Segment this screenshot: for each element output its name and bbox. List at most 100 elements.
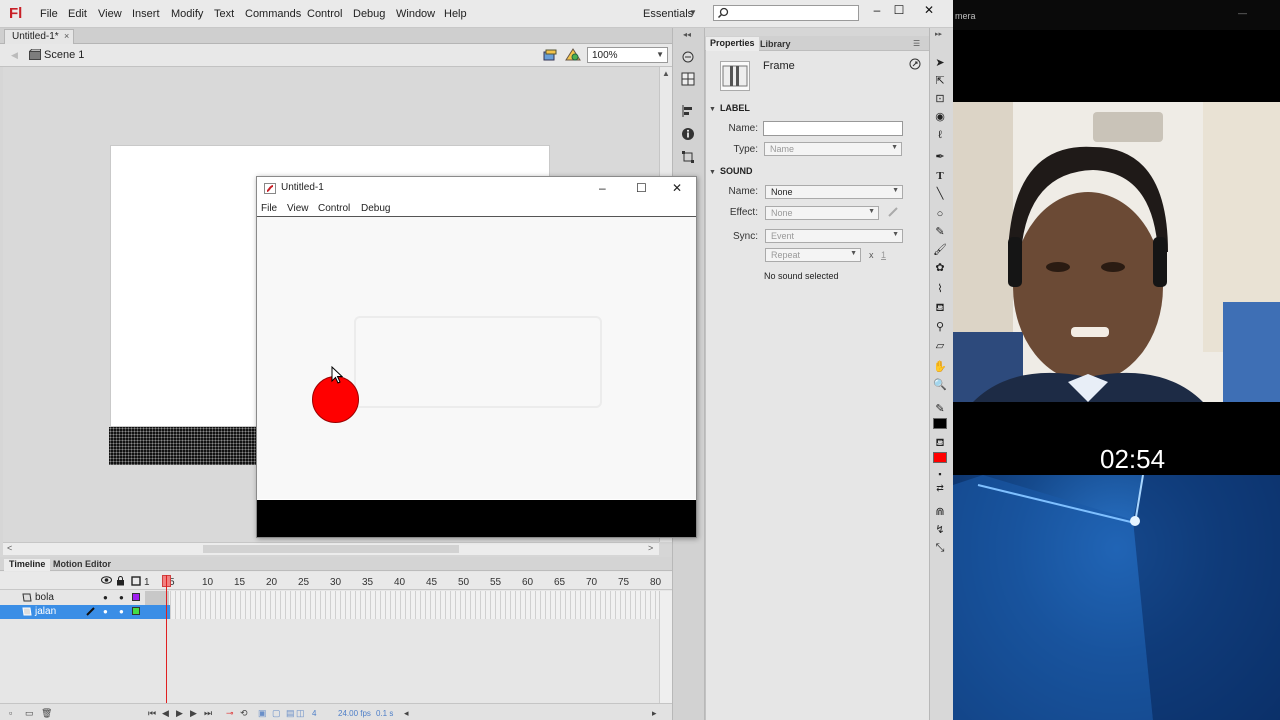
panel-menu-icon[interactable]: ☰	[913, 39, 920, 48]
layer-row-bola[interactable]: bola ● ●	[0, 591, 170, 605]
last-frame-icon[interactable]: ⏭	[204, 708, 212, 719]
document-tab[interactable]: Untitled-1* ×	[4, 29, 74, 44]
onion-outline-icon[interactable]: ▢	[272, 708, 281, 719]
player-menu-file[interactable]: File	[261, 203, 277, 214]
player-minimize-button[interactable]: –	[599, 181, 606, 195]
menu-edit[interactable]: Edit	[68, 8, 87, 20]
eraser-tool-icon[interactable]: ▱	[933, 339, 947, 353]
stroke-color-icon[interactable]: ✎	[933, 402, 947, 416]
stage-horizontal-scrollbar[interactable]: < >	[3, 542, 659, 555]
snap-magnet-icon[interactable]: ⋒	[933, 505, 947, 519]
chevron-down-icon[interactable]: ▼	[689, 8, 697, 17]
lock-dot[interactable]: ●	[119, 607, 124, 616]
new-layer-icon[interactable]: ▫	[9, 708, 12, 718]
menu-commands[interactable]: Commands	[245, 8, 301, 20]
workspace-switcher[interactable]: Essentials	[643, 8, 693, 20]
edit-envelope-icon[interactable]	[887, 206, 899, 218]
edit-symbols-icon[interactable]	[565, 48, 581, 62]
fill-color-swatch[interactable]	[933, 452, 947, 463]
edit-scene-icon[interactable]	[543, 48, 557, 62]
timeline-scrollbar[interactable]	[659, 591, 672, 703]
road-graphic[interactable]	[109, 427, 257, 465]
menu-file[interactable]: File	[40, 8, 58, 20]
lock-dot[interactable]: ●	[119, 593, 124, 602]
stroke-color-swatch[interactable]	[933, 418, 947, 429]
repeat-select[interactable]: Repeat ▼	[765, 248, 861, 262]
motion-presets-icon[interactable]	[681, 50, 695, 64]
menu-modify[interactable]: Modify	[171, 8, 203, 20]
subselection-tool-icon[interactable]: ⇱	[933, 74, 947, 88]
pin-icon[interactable]	[909, 58, 921, 70]
elapsed-readout[interactable]: 0.1 s	[376, 709, 393, 718]
help-search-input[interactable]	[713, 5, 859, 21]
current-frame-readout[interactable]: 4	[312, 709, 316, 718]
close-button[interactable]: ✕	[920, 2, 938, 18]
collapse-icon[interactable]: ▸▸	[935, 30, 942, 38]
straighten-icon[interactable]: ⤡	[933, 541, 947, 555]
menu-text[interactable]: Text	[214, 8, 234, 20]
play-icon[interactable]: ▶	[176, 708, 183, 719]
first-frame-icon[interactable]: ⏮	[148, 708, 156, 719]
tab-properties[interactable]: Properties	[706, 37, 759, 51]
player-close-button[interactable]: ✕	[672, 181, 682, 195]
zoom-tool-icon[interactable]: 🔍	[933, 378, 947, 392]
layer-name[interactable]: bola	[35, 592, 54, 603]
player-menu-view[interactable]: View	[287, 203, 309, 214]
bone-tool-icon[interactable]: ⌇	[933, 282, 947, 296]
hand-tool-icon[interactable]: ✋	[933, 360, 947, 374]
back-arrow-icon[interactable]: ◀	[11, 50, 18, 61]
center-frame-icon[interactable]: ⊸	[226, 708, 234, 719]
collapse-icon[interactable]: ◂◂	[683, 30, 691, 39]
close-icon[interactable]: ×	[64, 31, 69, 41]
menu-control[interactable]: Control	[307, 8, 342, 20]
scroll-right-icon[interactable]: >	[648, 543, 653, 553]
menu-window[interactable]: Window	[396, 8, 435, 20]
layer-name[interactable]: jalan	[35, 606, 56, 617]
label-section-header[interactable]: ▼ LABEL	[709, 103, 750, 113]
tab-timeline[interactable]: Timeline	[4, 559, 51, 571]
onion-skin-icon[interactable]: ▣	[258, 708, 267, 719]
transform-icon[interactable]	[681, 150, 695, 164]
scroll-right-icon[interactable]: ▸	[652, 708, 657, 719]
fps-readout[interactable]: 24.00 fps	[338, 709, 371, 718]
brush-tool-icon[interactable]: 🖌	[933, 243, 947, 257]
playhead[interactable]	[166, 575, 167, 705]
maximize-button[interactable]: ☐	[890, 2, 908, 18]
menu-help[interactable]: Help	[444, 8, 467, 20]
info-icon[interactable]	[681, 127, 695, 141]
player-menu-control[interactable]: Control	[318, 203, 350, 214]
visibility-dot[interactable]: ●	[103, 593, 108, 602]
menu-debug[interactable]: Debug	[353, 8, 385, 20]
label-type-select[interactable]: Name ▼	[764, 142, 902, 156]
camera-minimize-button[interactable]: —	[1238, 8, 1247, 18]
layer-color-swatch[interactable]	[132, 607, 140, 615]
outline-icon[interactable]	[131, 576, 141, 586]
scroll-left-icon[interactable]: <	[7, 543, 12, 553]
effect-select[interactable]: None ▼	[765, 206, 879, 220]
oval-tool-icon[interactable]: ○	[933, 207, 947, 221]
line-tool-icon[interactable]: ╲	[933, 187, 947, 201]
tab-motion-editor[interactable]: Motion Editor	[53, 559, 111, 569]
repeat-count[interactable]: 1	[881, 250, 886, 260]
swap-colors-icon[interactable]: ⇄	[933, 481, 947, 495]
visibility-dot[interactable]: ●	[103, 607, 108, 616]
menu-insert[interactable]: Insert	[132, 8, 160, 20]
scroll-thumb[interactable]	[203, 545, 459, 553]
player-menu-debug[interactable]: Debug	[361, 203, 390, 214]
sound-name-select[interactable]: None ▼	[765, 185, 903, 199]
frame-grid[interactable]	[145, 591, 660, 619]
layer-row-jalan[interactable]: jalan ● ●	[0, 605, 170, 619]
menu-view[interactable]: View	[98, 8, 122, 20]
black-white-icon[interactable]: ▪	[933, 467, 947, 481]
step-back-icon[interactable]: ◀	[162, 708, 169, 719]
loop-icon[interactable]: ⟲	[240, 708, 248, 719]
3d-rotation-tool-icon[interactable]: ◉	[933, 110, 947, 124]
lasso-tool-icon[interactable]: ℓ	[933, 128, 947, 142]
sync-select[interactable]: Event ▼	[765, 229, 903, 243]
player-maximize-button[interactable]: ☐	[636, 181, 647, 195]
eye-icon[interactable]	[101, 576, 112, 584]
sound-section-header[interactable]: ▼ SOUND	[709, 166, 752, 176]
swatches-icon[interactable]	[681, 72, 695, 86]
tab-library[interactable]: Library	[760, 39, 791, 49]
text-tool-icon[interactable]: T	[933, 169, 947, 183]
